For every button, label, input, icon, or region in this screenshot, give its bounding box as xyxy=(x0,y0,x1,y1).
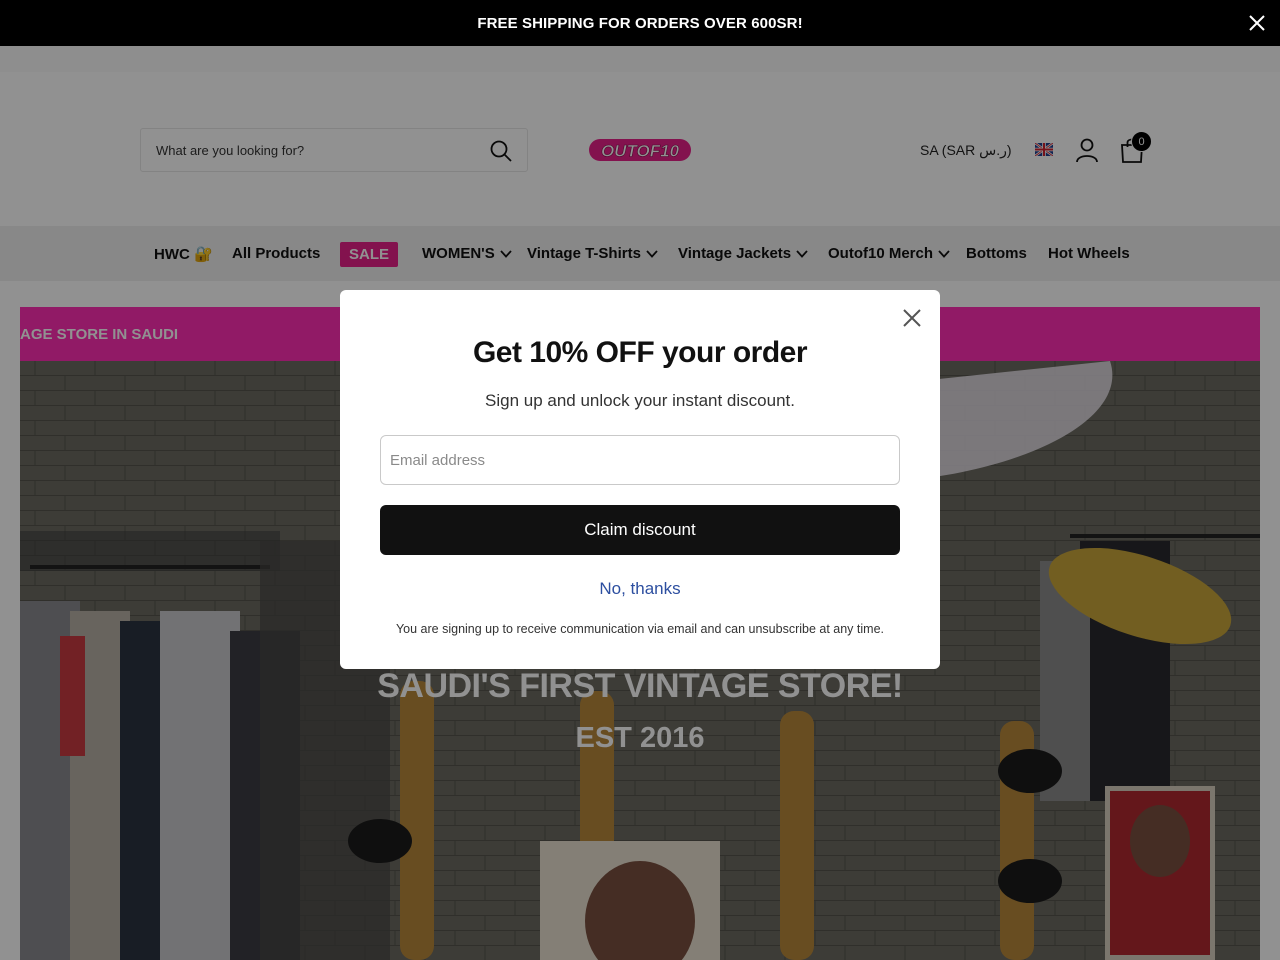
announcement-bar: FREE SHIPPING FOR ORDERS OVER 600SR! xyxy=(0,0,1280,46)
close-icon[interactable] xyxy=(1248,14,1266,32)
no-thanks-link[interactable]: No, thanks xyxy=(340,579,940,599)
announcement-text: FREE SHIPPING FOR ORDERS OVER 600SR! xyxy=(477,14,803,32)
popup-fine-print: You are signing up to receive communicat… xyxy=(395,622,884,636)
popup-subtitle: Sign up and unlock your instant discount… xyxy=(485,391,795,410)
popup-title: Get 10% OFF your order xyxy=(472,336,808,369)
claim-discount-button[interactable]: Claim discount xyxy=(380,505,900,555)
discount-popup: Get 10% OFF your order Sign up and unloc… xyxy=(340,290,940,669)
email-field[interactable] xyxy=(380,435,900,485)
close-icon[interactable] xyxy=(900,306,924,330)
